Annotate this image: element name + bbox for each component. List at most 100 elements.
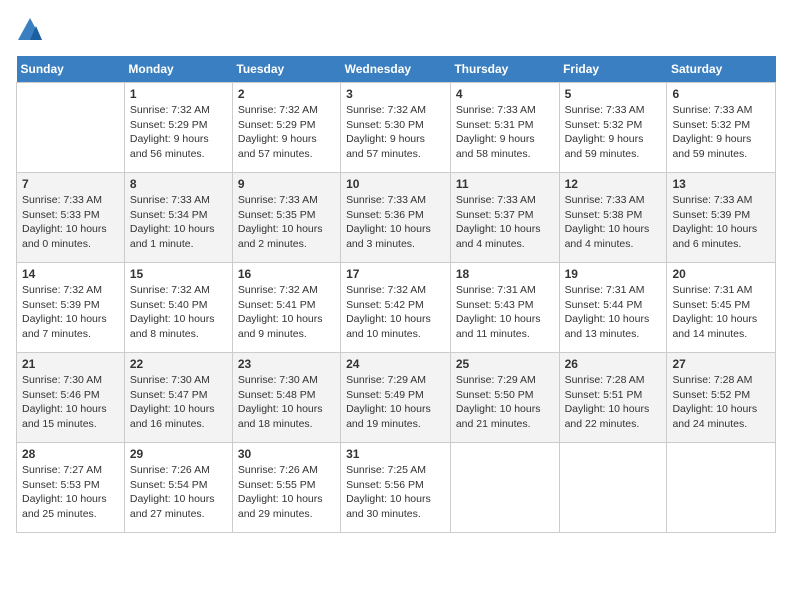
day-info: Sunrise: 7:33 AMSunset: 5:32 PMDaylight:… [565,103,662,162]
day-number: 2 [238,87,335,101]
day-info: Sunrise: 7:28 AMSunset: 5:51 PMDaylight:… [565,373,662,432]
calendar-cell: 14 Sunrise: 7:32 AMSunset: 5:39 PMDayligh… [17,263,125,353]
calendar-cell: 5 Sunrise: 7:33 AMSunset: 5:32 PMDaylight… [559,83,667,173]
calendar-table: SundayMondayTuesdayWednesdayThursdayFrid… [16,56,776,533]
day-info: Sunrise: 7:28 AMSunset: 5:52 PMDaylight:… [672,373,770,432]
weekday-header-row: SundayMondayTuesdayWednesdayThursdayFrid… [17,56,776,83]
calendar-cell: 25Sunrise: 7:29 AMSunset: 5:50 PMDayligh… [450,353,559,443]
calendar-cell: 13Sunrise: 7:33 AMSunset: 5:39 PMDayligh… [667,173,776,263]
calendar-cell: 6Sunrise: 7:33 AMSunset: 5:32 PMDaylight… [667,83,776,173]
day-info: Sunrise: 7:32 AMSunset: 5:42 PMDaylight:… [346,283,445,342]
calendar-cell: 3 Sunrise: 7:32 AMSunset: 5:30 PMDaylight… [341,83,451,173]
calendar-cell [450,443,559,533]
day-info: Sunrise: 7:26 AMSunset: 5:54 PMDaylight:… [130,463,227,522]
day-number: 18 [456,267,554,281]
calendar-cell: 10 Sunrise: 7:33 AMSunset: 5:36 PMDayligh… [341,173,451,263]
calendar-cell: 1 Sunrise: 7:32 AMSunset: 5:29 PMDaylight… [124,83,232,173]
day-info: Sunrise: 7:32 AMSunset: 5:41 PMDaylight:… [238,283,335,342]
weekday-header-wednesday: Wednesday [341,56,451,83]
day-number: 19 [565,267,662,281]
calendar-week-row: 21 Sunrise: 7:30 AMSunset: 5:46 PMDayligh… [17,353,776,443]
calendar-cell [17,83,125,173]
day-number: 11 [456,177,554,191]
day-number: 7 [22,177,119,191]
calendar-cell [667,443,776,533]
day-info: Sunrise: 7:33 AMSunset: 5:31 PMDaylight:… [456,103,554,162]
day-info: Sunrise: 7:33 AMSunset: 5:38 PMDaylight:… [565,193,662,252]
day-info: Sunrise: 7:31 AMSunset: 5:44 PMDaylight:… [565,283,662,342]
day-info: Sunrise: 7:26 AMSunset: 5:55 PMDaylight:… [238,463,335,522]
calendar-cell: 4 Sunrise: 7:33 AMSunset: 5:31 PMDaylight… [450,83,559,173]
day-number: 24 [346,357,445,371]
calendar-cell: 8Sunrise: 7:33 AMSunset: 5:34 PMDaylight… [124,173,232,263]
day-info: Sunrise: 7:32 AMSunset: 5:29 PMDaylight:… [238,103,335,162]
day-number: 16 [238,267,335,281]
day-number: 31 [346,447,445,461]
logo [16,16,48,44]
day-info: Sunrise: 7:32 AMSunset: 5:29 PMDaylight:… [130,103,227,162]
day-number: 29 [130,447,227,461]
calendar-cell: 30 Sunrise: 7:26 AMSunset: 5:55 PMDayligh… [232,443,340,533]
day-info: Sunrise: 7:33 AMSunset: 5:36 PMDaylight:… [346,193,445,252]
day-number: 12 [565,177,662,191]
day-info: Sunrise: 7:30 AMSunset: 5:48 PMDaylight:… [238,373,335,432]
day-info: Sunrise: 7:30 AMSunset: 5:47 PMDaylight:… [130,373,227,432]
day-number: 27 [672,357,770,371]
calendar-cell: 9 Sunrise: 7:33 AMSunset: 5:35 PMDaylight… [232,173,340,263]
day-number: 21 [22,357,119,371]
day-number: 10 [346,177,445,191]
day-info: Sunrise: 7:29 AMSunset: 5:49 PMDaylight:… [346,373,445,432]
day-number: 28 [22,447,119,461]
day-info: Sunrise: 7:33 AMSunset: 5:33 PMDaylight:… [22,193,119,252]
day-number: 4 [456,87,554,101]
day-number: 14 [22,267,119,281]
day-number: 3 [346,87,445,101]
day-number: 9 [238,177,335,191]
calendar-cell: 16 Sunrise: 7:32 AMSunset: 5:41 PMDayligh… [232,263,340,353]
calendar-cell: 21 Sunrise: 7:30 AMSunset: 5:46 PMDayligh… [17,353,125,443]
day-info: Sunrise: 7:27 AMSunset: 5:53 PMDaylight:… [22,463,119,522]
day-info: Sunrise: 7:30 AMSunset: 5:46 PMDaylight:… [22,373,119,432]
calendar-week-row: 28 Sunrise: 7:27 AMSunset: 5:53 PMDayligh… [17,443,776,533]
day-info: Sunrise: 7:25 AMSunset: 5:56 PMDaylight:… [346,463,445,522]
day-number: 13 [672,177,770,191]
day-info: Sunrise: 7:31 AMSunset: 5:45 PMDaylight:… [672,283,770,342]
calendar-cell: 2 Sunrise: 7:32 AMSunset: 5:29 PMDaylight… [232,83,340,173]
day-info: Sunrise: 7:32 AMSunset: 5:39 PMDaylight:… [22,283,119,342]
day-number: 5 [565,87,662,101]
day-number: 25 [456,357,554,371]
calendar-cell: 17 Sunrise: 7:32 AMSunset: 5:42 PMDayligh… [341,263,451,353]
weekday-header-friday: Friday [559,56,667,83]
calendar-cell: 11Sunrise: 7:33 AMSunset: 5:37 PMDayligh… [450,173,559,263]
weekday-header-sunday: Sunday [17,56,125,83]
day-number: 17 [346,267,445,281]
day-number: 20 [672,267,770,281]
day-info: Sunrise: 7:31 AMSunset: 5:43 PMDaylight:… [456,283,554,342]
calendar-cell [559,443,667,533]
weekday-header-monday: Monday [124,56,232,83]
day-info: Sunrise: 7:33 AMSunset: 5:35 PMDaylight:… [238,193,335,252]
calendar-cell: 7 Sunrise: 7:33 AMSunset: 5:33 PMDaylight… [17,173,125,263]
calendar-week-row: 1 Sunrise: 7:32 AMSunset: 5:29 PMDaylight… [17,83,776,173]
day-number: 15 [130,267,227,281]
calendar-cell: 19 Sunrise: 7:31 AMSunset: 5:44 PMDayligh… [559,263,667,353]
day-number: 22 [130,357,227,371]
calendar-cell: 15Sunrise: 7:32 AMSunset: 5:40 PMDayligh… [124,263,232,353]
day-number: 30 [238,447,335,461]
day-number: 26 [565,357,662,371]
calendar-cell: 27 Sunrise: 7:28 AMSunset: 5:52 PMDayligh… [667,353,776,443]
calendar-cell: 31 Sunrise: 7:25 AMSunset: 5:56 PMDayligh… [341,443,451,533]
day-number: 1 [130,87,227,101]
calendar-week-row: 7 Sunrise: 7:33 AMSunset: 5:33 PMDaylight… [17,173,776,263]
calendar-week-row: 14 Sunrise: 7:32 AMSunset: 5:39 PMDayligh… [17,263,776,353]
calendar-cell: 23Sunrise: 7:30 AMSunset: 5:48 PMDayligh… [232,353,340,443]
calendar-cell: 12 Sunrise: 7:33 AMSunset: 5:38 PMDayligh… [559,173,667,263]
calendar-cell: 24 Sunrise: 7:29 AMSunset: 5:49 PMDayligh… [341,353,451,443]
logo-icon [16,16,44,44]
calendar-cell: 26 Sunrise: 7:28 AMSunset: 5:51 PMDayligh… [559,353,667,443]
day-info: Sunrise: 7:32 AMSunset: 5:30 PMDaylight:… [346,103,445,162]
page-header [16,16,776,44]
weekday-header-saturday: Saturday [667,56,776,83]
calendar-cell: 20 Sunrise: 7:31 AMSunset: 5:45 PMDayligh… [667,263,776,353]
calendar-cell: 28 Sunrise: 7:27 AMSunset: 5:53 PMDayligh… [17,443,125,533]
